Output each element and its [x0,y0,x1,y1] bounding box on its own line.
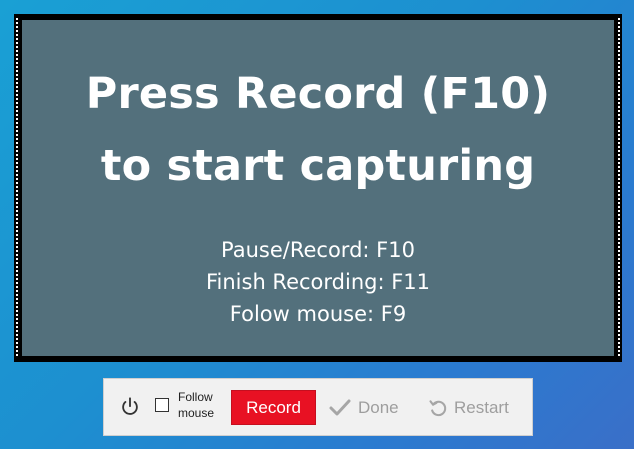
follow-mouse-label[interactable]: Follow mouse [178,389,222,421]
shortcut-list: Pause/Record: F10 Finish Recording: F11 … [206,234,430,330]
shortcut-finish-recording: Finish Recording: F11 [205,270,431,294]
restart-label: Restart [454,398,509,417]
follow-mouse-checkbox[interactable] [155,398,169,412]
shortcut-pause-record: Pause/Record: F10 [221,238,415,262]
power-button[interactable] [116,393,144,421]
headline-line-2: to start capturing [100,141,536,191]
headline-line-1: Press Record (F10) [85,69,551,119]
restart-button[interactable]: Restart [428,393,509,423]
capture-instructions-headline: Press Record (F10) to start capturing [86,58,550,202]
shortcut-follow-mouse: Folow mouse: F9 [229,302,407,326]
recorder-toolbar: Follow mouse Record Done Restart [103,378,533,436]
follow-mouse-option[interactable]: Follow mouse [155,389,222,421]
checkmark-icon [328,398,352,418]
capture-region-frame[interactable]: Press Record (F10) to start capturing Pa… [14,14,622,362]
record-button[interactable]: Record [231,390,316,425]
done-label: Done [358,398,399,417]
restart-icon [428,398,448,418]
power-icon [122,397,138,415]
done-button[interactable]: Done [328,393,399,423]
capture-area: Press Record (F10) to start capturing Pa… [22,20,614,356]
